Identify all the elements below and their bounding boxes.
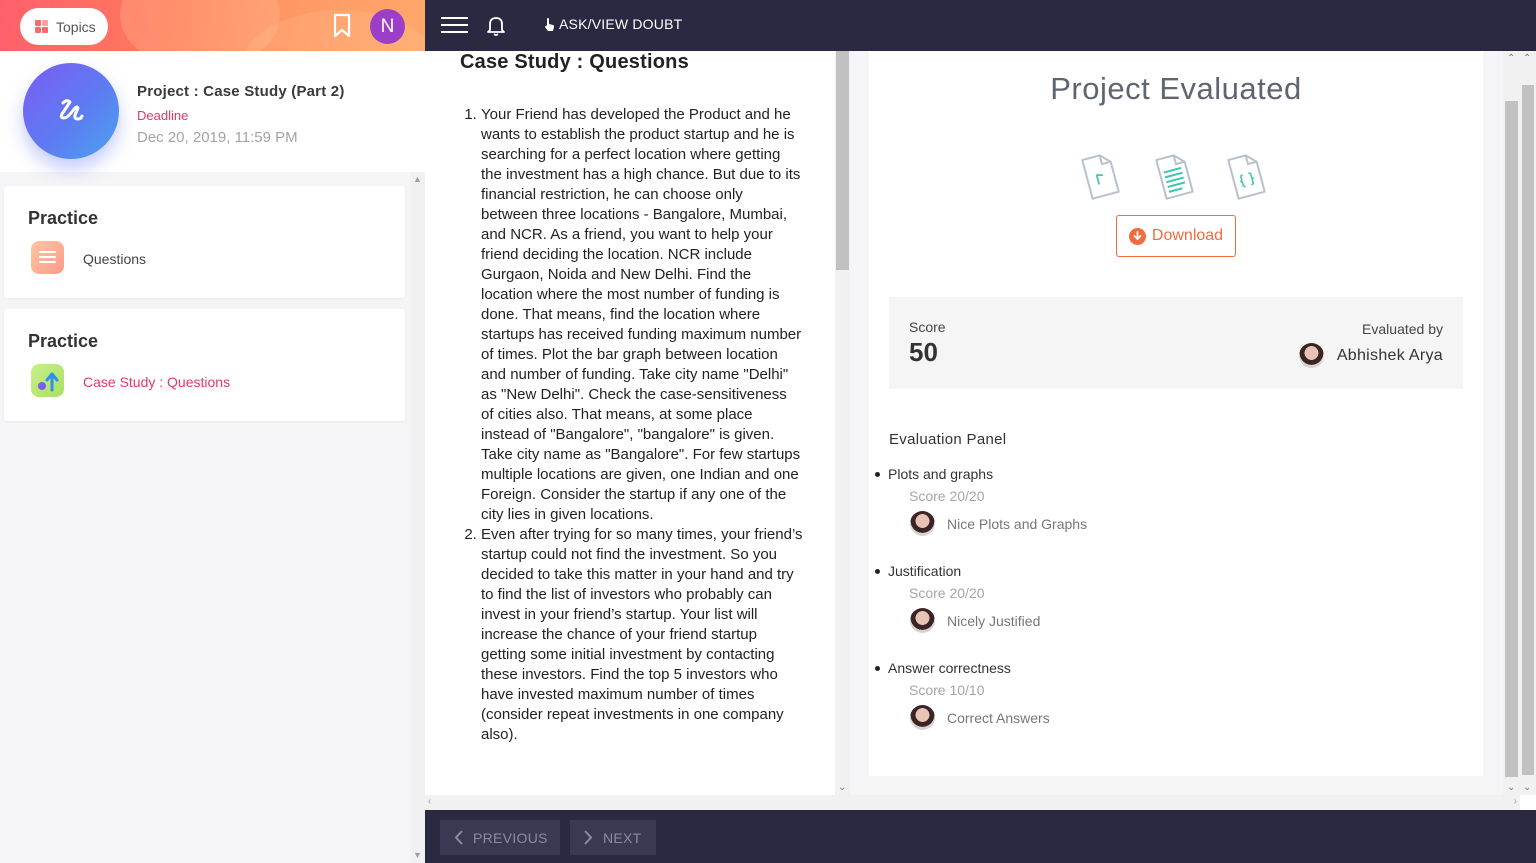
bookmark-icon[interactable]	[332, 13, 352, 39]
questions-title: Case Study : Questions	[460, 51, 689, 73]
questions-list: Your Friend has developed the Product an…	[481, 105, 803, 745]
next-button[interactable]: NEXT	[570, 820, 656, 855]
download-icon	[1128, 227, 1146, 245]
horizontal-scrollbar[interactable]: ‹ ›	[425, 795, 1520, 810]
comment-text: Correct Answers	[947, 709, 1050, 726]
scroll-up-icon[interactable]: ▲	[413, 175, 422, 184]
criterion-comment: Nicely Justified	[910, 608, 1435, 633]
download-button[interactable]: Download	[1116, 215, 1236, 257]
practice-title: Practice	[28, 331, 99, 351]
project-card: Project : Case Study (Part 2) Deadline D…	[0, 51, 425, 172]
previous-label: PREVIOUS	[473, 829, 548, 846]
question-item: Your Friend has developed the Product an…	[481, 105, 803, 525]
evaluator-avatar	[1298, 343, 1324, 368]
score-value: 50	[909, 337, 938, 367]
previous-button[interactable]: PREVIOUS	[440, 820, 560, 855]
hand-icon	[545, 17, 554, 31]
ask-doubt-label: ASK/VIEW DOUBT	[559, 16, 683, 32]
score-label: Score	[909, 319, 946, 335]
criterion-score: Score 20/20	[909, 488, 985, 504]
evaluator-avatar	[910, 511, 935, 536]
criterion-name: Plots and graphs	[875, 466, 1435, 482]
hamburger-icon[interactable]	[441, 17, 468, 34]
comment-text: Nice Plots and Graphs	[947, 515, 1088, 532]
topics-label: Topics	[56, 18, 96, 35]
practice-item-case-study[interactable]: Case Study : Questions	[83, 374, 230, 390]
practice-item-questions[interactable]: Questions	[83, 251, 146, 267]
ask-view-doubt-button[interactable]: ASK/VIEW DOUBT	[544, 16, 682, 32]
top-nav: ASK/VIEW DOUBT	[425, 0, 1536, 51]
deadline-value: Dec 20, 2019, 11:59 PM	[137, 129, 298, 146]
upload-chart-icon	[31, 364, 64, 397]
file-code-icon[interactable]	[1075, 150, 1125, 202]
evaluation-panel-title: Evaluation Panel	[889, 431, 1007, 448]
evaluator: Abhishek Arya	[1298, 343, 1443, 368]
download-label: Download	[1151, 227, 1224, 244]
user-avatar[interactable]: N	[370, 9, 405, 44]
topics-grid-icon	[35, 20, 48, 33]
bottom-nav: PREVIOUS NEXT	[425, 810, 1536, 863]
practice-title: Practice	[28, 208, 99, 228]
evaluated-by-label: Evaluated by	[1362, 321, 1443, 337]
practice-card-case-study: Practice Case Study : Questions	[4, 309, 405, 421]
scroll-up-icon[interactable]: ⌃	[1523, 53, 1531, 64]
project-logo-icon	[23, 63, 119, 159]
evaluation-pane: Project Evaluated Download Score 50 Eval…	[850, 51, 1503, 795]
scrollbar-thumb[interactable]	[1505, 101, 1518, 777]
file-text-icon[interactable]	[1149, 150, 1199, 202]
questions-scrollbar[interactable]: ⌄	[835, 51, 850, 795]
questions-pane: Case Study : Questions Your Friend has d…	[425, 51, 835, 795]
criterion-item: Answer correctness Score 10/10 Correct A…	[875, 660, 1435, 730]
bell-icon[interactable]	[486, 15, 506, 37]
project-title: Project : Case Study (Part 2)	[137, 83, 345, 100]
criterion-score: Score 10/10	[909, 682, 985, 698]
evaluation-scrollbar[interactable]: ⌃ ⌄	[1503, 51, 1520, 795]
scroll-down-icon[interactable]: ⌄	[1507, 782, 1515, 793]
criterion-item: Justification Score 20/20 Nicely Justifi…	[875, 563, 1435, 633]
evaluation-title: Project Evaluated	[1050, 71, 1302, 106]
criterion-comment: Nice Plots and Graphs	[910, 511, 1435, 536]
chevron-right-icon	[584, 830, 593, 845]
next-label: NEXT	[603, 829, 642, 846]
topics-button[interactable]: Topics	[20, 8, 108, 45]
chevron-left-icon	[454, 830, 463, 845]
evaluation-card: Project Evaluated Download Score 50 Eval…	[869, 51, 1483, 776]
scrollbar-thumb[interactable]	[1522, 85, 1534, 775]
evaluator-avatar	[910, 608, 935, 633]
scroll-down-icon[interactable]: ⌄	[838, 782, 846, 793]
scroll-down-icon[interactable]: ▼	[413, 851, 422, 860]
scroll-down-icon[interactable]: ⌄	[1523, 782, 1531, 793]
scrollbar-thumb[interactable]	[836, 51, 849, 270]
criterion-item: Plots and graphs Score 20/20 Nice Plots …	[875, 466, 1435, 536]
sidebar-scrollbar[interactable]: ▲ ▼	[410, 172, 425, 863]
criterion-score: Score 20/20	[909, 585, 985, 601]
deadline-label: Deadline	[137, 108, 189, 123]
criterion-name: Justification	[875, 563, 1435, 579]
scroll-left-icon[interactable]: ‹	[428, 796, 431, 807]
scroll-up-icon[interactable]: ⌃	[1507, 53, 1515, 64]
score-summary: Score 50 Evaluated by Abhishek Arya	[889, 297, 1463, 389]
practice-card-questions: Practice Questions	[4, 186, 405, 298]
list-icon	[31, 241, 64, 274]
left-sidebar: Topics N Project : Case Study (Part 2) D…	[0, 0, 425, 863]
criterion-comment: Correct Answers	[910, 705, 1435, 730]
criterion-name: Answer correctness	[875, 660, 1435, 676]
question-item: Even after trying for so many times, you…	[481, 525, 803, 745]
file-json-icon[interactable]	[1221, 150, 1271, 202]
evaluator-avatar	[910, 705, 935, 730]
comment-text: Nicely Justified	[947, 612, 1041, 629]
page-scrollbar[interactable]: ⌃ ⌄	[1520, 51, 1536, 795]
evaluator-name: Abhishek Arya	[1336, 346, 1443, 364]
scroll-right-icon[interactable]: ›	[1514, 796, 1517, 807]
sidebar-header: Topics N	[0, 0, 425, 51]
